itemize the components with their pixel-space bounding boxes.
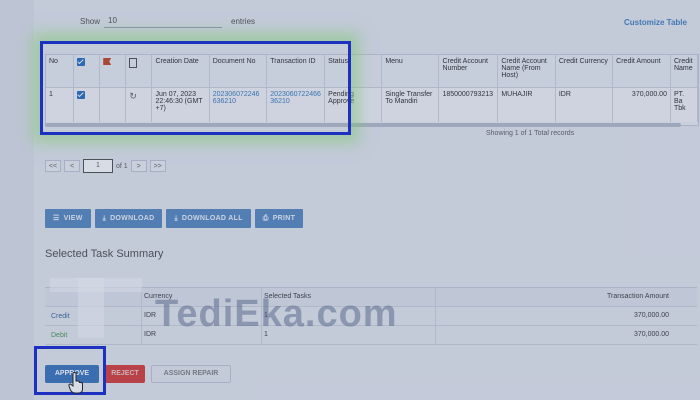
col-menu[interactable]: Menu <box>381 55 440 88</box>
left-sidebar <box>0 0 35 400</box>
cell-refresh: ↻ <box>125 87 153 122</box>
pagination: << < 1 of 1 > >> <box>45 159 166 173</box>
download-icon: ⤓ <box>102 215 107 222</box>
hand-cursor-icon <box>68 372 83 394</box>
cell-transaction-id[interactable]: 202306072246636210 <box>266 87 326 122</box>
summary-debit-currency: IDR <box>141 326 261 344</box>
task-table: No Creation Date Document No Transaction… <box>45 54 699 126</box>
summary-header-row: Currency Selected Tasks Transaction Amou… <box>45 288 697 307</box>
col-select-all[interactable] <box>73 55 101 88</box>
view-button-label: VIEW <box>63 215 83 222</box>
cell-document-no[interactable]: 202306072246636210 <box>209 87 268 122</box>
col-transaction-id[interactable]: Transaction ID <box>266 55 326 88</box>
show-entries-select[interactable]: 10 <box>104 14 222 28</box>
summary-table: Currency Selected Tasks Transaction Amou… <box>45 287 697 345</box>
print-button[interactable]: ⎙ PRINT <box>254 209 304 228</box>
cell-credit-amount: 370,000.00 <box>612 87 671 122</box>
customize-table-link[interactable]: Customize Table <box>624 18 687 27</box>
summary-row-credit: Credit IDR 1 370,000.00 <box>45 307 697 326</box>
summary-row-debit: Debit IDR 1 370,000.00 <box>45 326 697 345</box>
action-toolbar: ☰ VIEW ⤓ DOWNLOAD ⤓ DOWNLOAD ALL ⎙ PRINT <box>45 209 304 228</box>
assign-repair-button[interactable]: ASSIGN REPAIR <box>151 365 231 383</box>
row-checkbox[interactable] <box>77 91 86 99</box>
download-all-icon: ⤓ <box>174 215 178 222</box>
document-icon <box>129 58 138 68</box>
refresh-icon: ↻ <box>129 91 137 101</box>
cell-credit-account-number: 1850000793213 <box>438 87 499 122</box>
print-icon: ⎙ <box>262 215 269 222</box>
col-credit-name[interactable]: Credit Name <box>670 55 698 88</box>
col-status[interactable]: Status <box>324 55 383 88</box>
entries-label: entries <box>231 17 256 26</box>
first-page-button[interactable]: << <box>45 160 61 172</box>
download-all-button[interactable]: ⤓ DOWNLOAD ALL <box>166 209 251 228</box>
records-count: Showing 1 of 1 Total records <box>486 130 575 137</box>
summary-credit-amount: 370,000.00 <box>435 307 697 325</box>
download-all-button-label: DOWNLOAD ALL <box>181 215 243 222</box>
summary-credit-label: Credit <box>51 312 70 320</box>
page-of-label: of 1 <box>116 162 128 170</box>
download-button-label: DOWNLOAD <box>110 215 155 222</box>
summary-header-currency: Currency <box>141 288 261 306</box>
col-no: No <box>46 55 75 88</box>
col-credit-account-name[interactable]: Credit Account Name (From Host) <box>497 55 556 88</box>
list-icon: ☰ <box>53 215 60 222</box>
col-doc <box>125 55 153 88</box>
select-all-checkbox[interactable] <box>77 58 86 66</box>
summary-header-selected-tasks: Selected Tasks <box>261 288 435 306</box>
summary-credit-currency: IDR <box>141 307 261 325</box>
flag-icon <box>103 58 112 65</box>
download-button[interactable]: ⤓ DOWNLOAD <box>94 209 163 228</box>
cell-credit-name: PT. Ba Tbk <box>670 87 698 122</box>
col-document-no[interactable]: Document No <box>209 55 268 88</box>
view-button[interactable]: ☰ VIEW <box>45 209 91 228</box>
col-creation-date[interactable]: Creation Date <box>151 55 210 88</box>
cell-flag <box>99 87 127 122</box>
summary-debit-tasks: 1 <box>261 326 435 344</box>
show-label: Show <box>80 17 101 26</box>
cell-menu: Single Transfer To Mandiri <box>381 87 440 122</box>
cell-no: 1 <box>46 87 75 122</box>
summary-debit-amount: 370,000.00 <box>435 326 697 344</box>
cell-creation-date: Jun 07, 2023 22:46:30 (GMT +7) <box>151 87 210 122</box>
summary-credit-tasks: 1 <box>261 307 435 325</box>
summary-debit-label: Debit <box>51 331 68 339</box>
cell-select[interactable] <box>73 87 101 122</box>
col-credit-amount[interactable]: Credit Amount <box>612 55 671 88</box>
page-number-input[interactable]: 1 <box>83 159 113 173</box>
last-page-button[interactable]: >> <box>149 160 166 172</box>
summary-header-amount: Transaction Amount <box>435 288 697 306</box>
col-credit-currency[interactable]: Credit Currency <box>555 55 614 88</box>
cell-status: Pending Approve <box>324 87 383 122</box>
table-row[interactable]: 1 ↻ Jun 07, 2023 22:46:30 (GMT +7) 20230… <box>46 87 698 122</box>
reject-button[interactable]: REJECT <box>105 365 145 383</box>
cell-credit-account-name: MUHAJIR <box>497 87 556 122</box>
cell-credit-currency: IDR <box>555 87 614 122</box>
summary-title: Selected Task Summary <box>45 248 164 260</box>
col-credit-account-number[interactable]: Credit Account Number <box>438 55 499 88</box>
table-horizontal-scrollbar[interactable] <box>45 123 681 127</box>
page: Show 10 entries Customize Table No Creat… <box>0 0 700 400</box>
next-page-button[interactable]: > <box>130 160 147 172</box>
print-button-label: PRINT <box>272 215 296 222</box>
table-header-row: No Creation Date Document No Transaction… <box>46 55 698 88</box>
prev-page-button[interactable]: < <box>64 160 80 172</box>
col-flag <box>99 55 127 88</box>
